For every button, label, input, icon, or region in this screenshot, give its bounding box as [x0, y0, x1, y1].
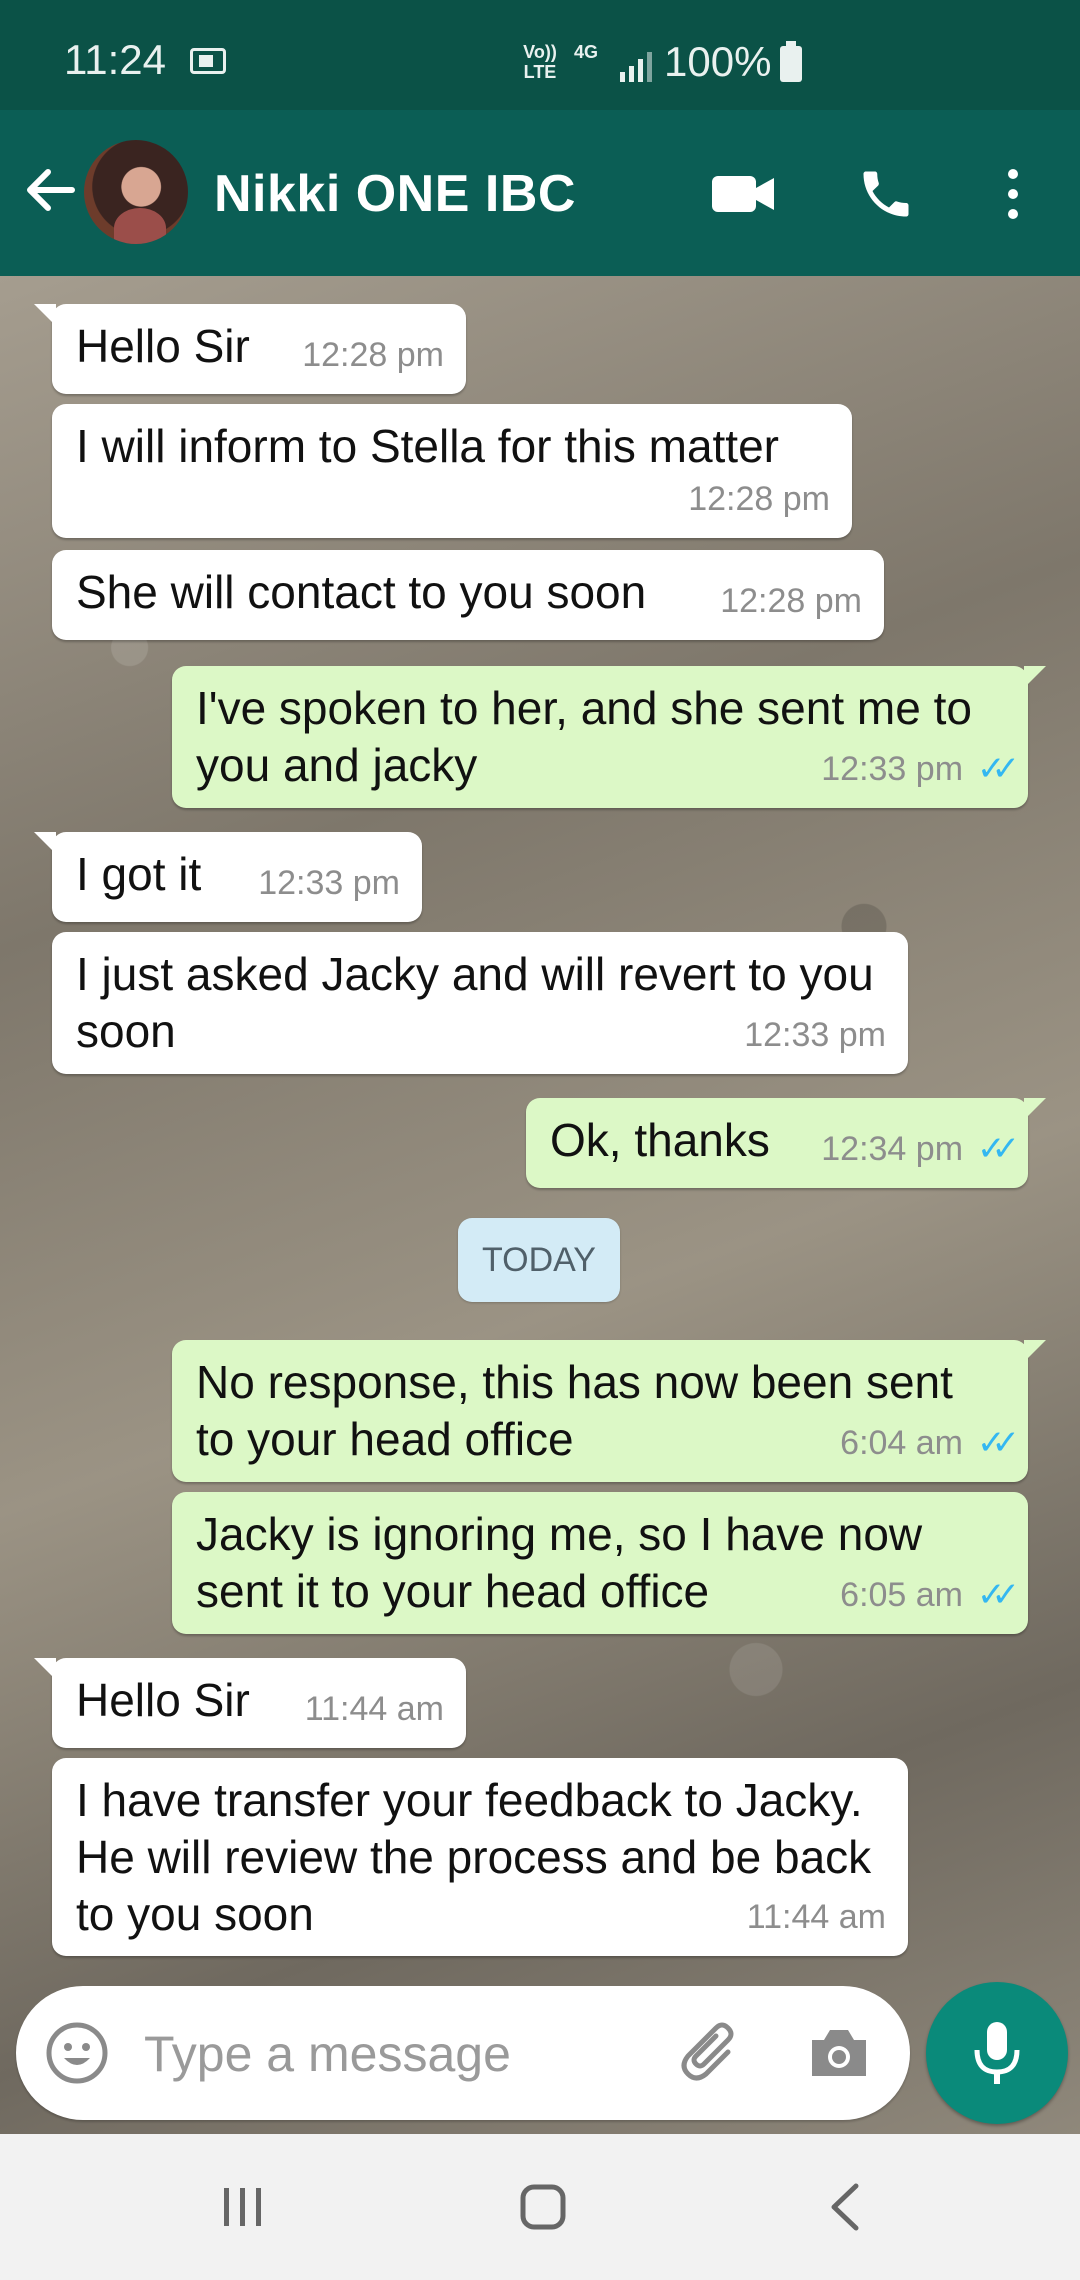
message-time: 11:44 am [746, 1898, 886, 1936]
chat-messages[interactable]: Hello Sir 12:28 pm I will inform to Stel… [0, 276, 1080, 2134]
contact-avatar[interactable] [84, 140, 188, 244]
message-outgoing[interactable]: No response, this has now been sent to y… [172, 1340, 1046, 1482]
message-text: Ok, thanks [550, 1114, 770, 1166]
attach-clip-icon[interactable] [676, 2018, 746, 2088]
chat-header: Nikki ONE IBC [0, 110, 1080, 276]
more-options-icon[interactable] [998, 164, 1028, 224]
message-time: 12:28 pm [302, 336, 444, 374]
phone-call-icon[interactable] [856, 164, 916, 224]
battery-icon [780, 41, 802, 82]
message-meta: 12:33 pm ✓✓ [821, 741, 1020, 798]
message-meta: 12:34 pm ✓✓ [821, 1121, 1020, 1178]
message-time: 12:33 pm [258, 864, 400, 902]
contact-name[interactable]: Nikki ONE IBC [214, 164, 576, 224]
message-time: 11:44 am [304, 1690, 444, 1728]
message-incoming[interactable]: I just asked Jacky and will revert to yo… [52, 932, 908, 1074]
message-composer [16, 1986, 910, 2120]
microphone-icon [974, 2022, 1020, 2084]
message-text: Hello Sir [76, 320, 250, 372]
read-ticks-icon: ✓✓ [977, 1424, 1020, 1462]
status-time: 11:24 [64, 36, 166, 83]
message-text: Hello Sir [76, 1674, 250, 1726]
message-text: Jacky is ignoring me, so I have now sent… [196, 1508, 923, 1617]
sim-icon [190, 48, 226, 74]
voice-record-button[interactable] [926, 1982, 1068, 2124]
message-time: 12:28 pm [688, 480, 830, 518]
message-time: 12:33 pm [821, 750, 964, 788]
message-incoming[interactable]: Hello Sir 12:28 pm [34, 304, 466, 394]
message-incoming[interactable]: Hello Sir 11:44 am [34, 1658, 466, 1748]
message-time: 6:04 am [840, 1424, 964, 1462]
message-time: 12:34 pm [821, 1130, 964, 1168]
message-outgoing[interactable]: Ok, thanks 12:34 pm ✓✓ [526, 1098, 1046, 1188]
read-ticks-icon: ✓✓ [977, 750, 1020, 788]
message-input[interactable] [142, 2016, 646, 2092]
emoji-icon[interactable] [44, 2020, 110, 2086]
back-nav-icon[interactable] [820, 2180, 870, 2234]
system-nav-bar [0, 2134, 1080, 2280]
message-text: I got it [76, 848, 202, 900]
recent-apps-icon[interactable] [218, 2182, 268, 2232]
camera-icon[interactable] [806, 2020, 872, 2086]
message-text: She will contact to you soon [76, 566, 647, 618]
back-arrow-icon[interactable] [20, 160, 80, 220]
message-incoming[interactable]: I have transfer your feedback to Jacky. … [52, 1758, 908, 1956]
message-time: 12:28 pm [720, 582, 862, 620]
message-text: I will inform to Stella for this matter [76, 420, 779, 472]
read-ticks-icon: ✓✓ [977, 1576, 1020, 1614]
home-icon[interactable] [518, 2182, 568, 2232]
message-time: 12:33 pm [744, 1016, 886, 1054]
network-type: 4G [574, 42, 599, 62]
message-incoming[interactable]: She will contact to you soon 12:28 pm [52, 550, 884, 640]
video-call-icon[interactable] [710, 170, 776, 218]
signal-icon [620, 52, 652, 82]
message-meta: 6:04 am ✓✓ [840, 1415, 1020, 1472]
status-bar: 11:24 Vo)) LTE 4G 100% [0, 0, 1080, 110]
date-separator: TODAY [458, 1218, 620, 1302]
read-ticks-icon: ✓✓ [977, 1130, 1020, 1168]
volte-indicator: Vo)) LTE [523, 42, 557, 82]
message-incoming[interactable]: I got it 12:33 pm [34, 832, 422, 922]
message-incoming[interactable]: I will inform to Stella for this matter … [52, 404, 852, 538]
message-time: 6:05 am [840, 1576, 964, 1614]
message-outgoing[interactable]: I've spoken to her, and she sent me to y… [172, 666, 1046, 808]
message-outgoing[interactable]: Jacky is ignoring me, so I have now sent… [172, 1492, 1028, 1634]
message-meta: 6:05 am ✓✓ [840, 1567, 1020, 1624]
battery-percent: 100% [664, 38, 772, 85]
